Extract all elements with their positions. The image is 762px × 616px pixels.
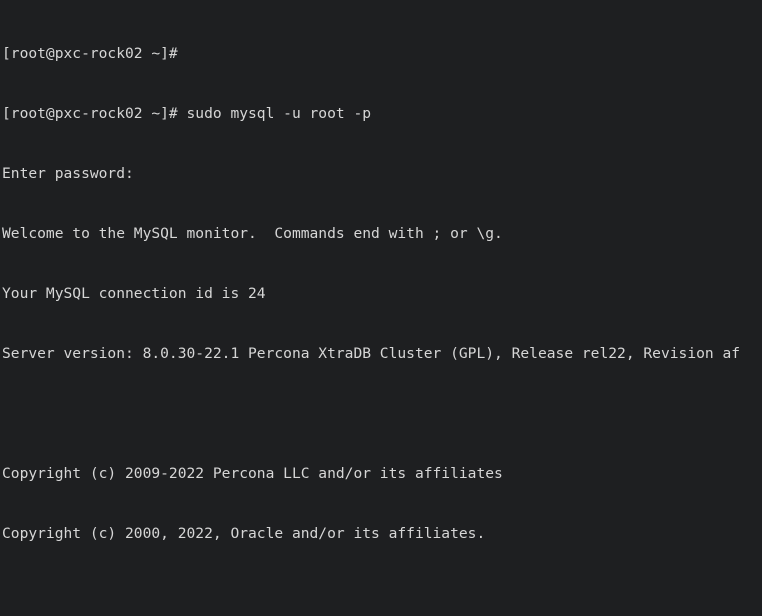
- terminal-screen[interactable]: [root@pxc-rock02 ~]# [root@pxc-rock02 ~]…: [0, 0, 762, 616]
- terminal-line: Welcome to the MySQL monitor. Commands e…: [2, 225, 503, 242]
- terminal-line: Your MySQL connection id is 24: [2, 285, 266, 302]
- terminal-line: Enter password:: [2, 165, 134, 182]
- terminal-line: [root@pxc-rock02 ~]# sudo mysql -u root …: [2, 105, 372, 122]
- terminal-line: Copyright (c) 2000, 2022, Oracle and/or …: [2, 525, 486, 542]
- terminal-line: [root@pxc-rock02 ~]#: [2, 45, 178, 62]
- terminal-line: Copyright (c) 2009-2022 Percona LLC and/…: [2, 465, 503, 482]
- terminal-line: Server version: 8.0.30-22.1 Percona Xtra…: [2, 345, 741, 362]
